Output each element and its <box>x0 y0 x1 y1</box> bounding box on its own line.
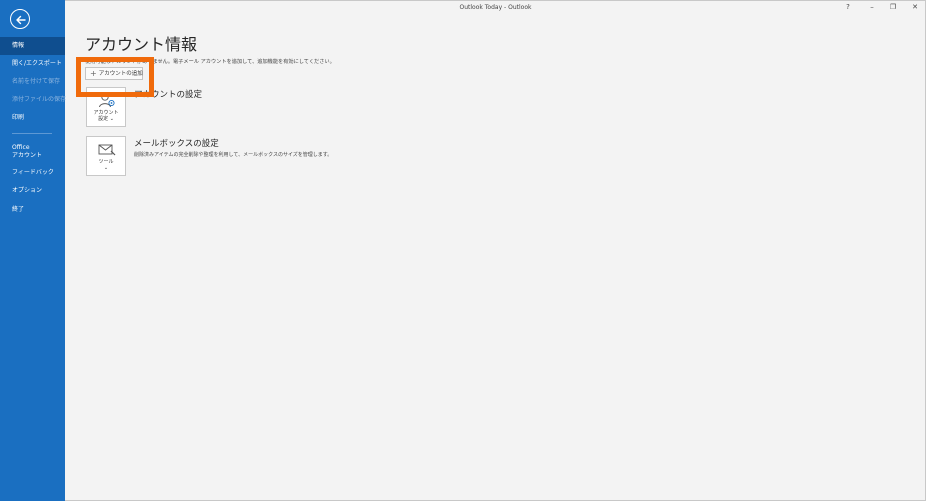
add-account-label: アカウントの追加 <box>98 71 143 77</box>
nav-item-print[interactable]: 印刷 <box>0 109 65 127</box>
nav-item-office-account-line2: アカウント <box>12 152 43 159</box>
nav-item-exit[interactable]: 終了 <box>0 201 65 219</box>
mailbox-settings-title: メールボックスの設定 <box>134 139 219 149</box>
nav-item-save-as[interactable]: 名前を付けて保存 <box>0 73 65 91</box>
account-settings-icon <box>99 93 115 108</box>
account-settings-tile-label-2: 設定 ⌄ <box>98 116 114 122</box>
account-settings-title: アカウントの設定 <box>134 90 203 100</box>
back-button[interactable] <box>10 9 30 29</box>
page-title: アカウント情報 <box>85 35 198 54</box>
mailbox-tools-tile[interactable]: ツール ⌄ <box>86 136 126 176</box>
account-settings-tile[interactable]: アカウント 設定 ⌄ <box>86 87 126 127</box>
nav-item-feedback[interactable]: フィードバック <box>0 164 65 182</box>
mailbox-settings-description: 削除済みアイテムの完全削除や整理を利用して、メールボックスのサイズを管理します。 <box>134 152 333 158</box>
sidebar-divider <box>12 133 52 134</box>
plus-icon: + <box>90 69 97 78</box>
restore-button[interactable]: ❐ <box>887 3 899 12</box>
nav-item-info[interactable]: 情報 <box>0 37 65 55</box>
window-title: Outlook Today - Outlook <box>459 4 532 11</box>
backstage-sidebar: 情報 開く/エクスポート 名前を付けて保存 添付ファイルの保存 印刷 Offic… <box>0 0 66 501</box>
nav-item-office-account[interactable]: Office アカウント <box>0 143 65 163</box>
back-arrow-icon <box>16 15 26 25</box>
close-button[interactable]: ✕ <box>909 3 921 12</box>
mailbox-cleanup-icon <box>98 144 116 156</box>
nav-item-options[interactable]: オプション <box>0 182 65 200</box>
minimize-button[interactable]: – <box>866 3 878 12</box>
title-bar: Outlook Today - Outlook ? – ❐ ✕ <box>65 0 926 16</box>
nav-item-open-export[interactable]: 開く/エクスポート <box>0 55 65 73</box>
nav-item-save-attachments[interactable]: 添付ファイルの保存 <box>0 91 66 109</box>
help-button[interactable]: ? <box>842 3 854 12</box>
mailbox-tools-tile-label-2: ⌄ <box>103 165 109 171</box>
intro-text: 使用可能なアカウントがありません。電子メール アカウントを追加して、追加機能を有… <box>85 59 335 65</box>
add-account-button[interactable]: + アカウントの追加 <box>85 67 143 80</box>
nav-item-office-account-line1: Office <box>12 144 30 151</box>
